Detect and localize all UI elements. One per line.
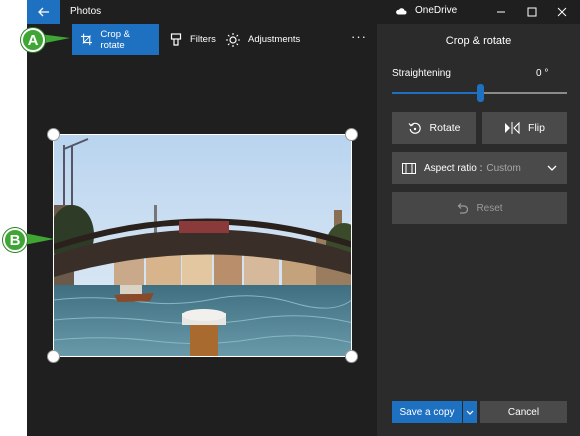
flip-button[interactable]: Flip (482, 112, 567, 144)
save-options-button[interactable] (463, 401, 477, 423)
undo-icon (458, 202, 469, 214)
rotate-button[interactable]: Rotate (392, 112, 476, 144)
app-title: Photos (70, 6, 102, 17)
crop-handle-top-right[interactable] (345, 128, 358, 141)
maximize-icon (527, 7, 537, 17)
crop-handle-bottom-right[interactable] (345, 350, 358, 363)
chevron-down-icon (466, 410, 474, 415)
callout-b: B (3, 228, 27, 252)
filters-icon (170, 33, 182, 46)
cancel-button[interactable]: Cancel (480, 401, 567, 423)
aspect-ratio-label: Aspect ratio : (424, 162, 483, 174)
minimize-button[interactable] (488, 2, 514, 22)
venice-photo-image (54, 135, 351, 356)
rotate-label: Rotate (429, 122, 461, 134)
aspect-ratio-icon (402, 162, 416, 174)
straightening-value: 0 ° (536, 68, 549, 79)
minimize-icon (497, 11, 505, 13)
callout-a-pointer (40, 34, 70, 44)
tab-adjustments[interactable]: Adjustments (217, 24, 309, 55)
aspect-ratio-value: Custom (486, 162, 521, 174)
close-icon (557, 7, 567, 17)
tab-filters[interactable]: Filters (161, 24, 225, 55)
more-options-button[interactable]: ··· (351, 29, 367, 44)
aspect-ratio-dropdown[interactable]: Aspect ratio : Custom (392, 152, 567, 184)
callout-a: A (21, 28, 45, 52)
flip-icon (505, 122, 520, 134)
crop-handle-bottom-left[interactable] (47, 350, 60, 363)
tab-crop-rotate-label: Crop & rotate (100, 28, 130, 51)
callout-b-pointer (24, 233, 54, 245)
cloud-icon (396, 7, 407, 14)
save-copy-label: Save a copy (399, 406, 455, 418)
back-button[interactable] (27, 0, 60, 24)
crop-handle-top-left[interactable] (47, 128, 60, 141)
rotate-icon (408, 122, 421, 134)
chevron-down-icon (547, 165, 557, 171)
tab-crop-rotate[interactable]: Crop & rotate (72, 24, 159, 55)
cancel-label: Cancel (507, 406, 540, 418)
tab-filters-label: Filters (190, 34, 216, 45)
panel-title: Crop & rotate (445, 35, 512, 47)
onedrive-label: OneDrive (415, 5, 458, 16)
photo-canvas[interactable] (53, 134, 352, 357)
close-button[interactable] (549, 2, 575, 22)
save-copy-button[interactable]: Save a copy (392, 401, 462, 423)
reset-label: Reset (476, 202, 503, 214)
flip-label: Flip (528, 122, 545, 134)
back-arrow-icon (37, 7, 49, 17)
tab-adjustments-label: Adjustments (248, 34, 301, 45)
straightening-slider-fill (392, 92, 480, 94)
onedrive-indicator[interactable]: OneDrive (395, 5, 457, 16)
crop-icon (81, 33, 93, 46)
reset-button[interactable]: Reset (392, 192, 567, 224)
brightness-icon (226, 32, 240, 47)
straightening-label: Straightening (392, 68, 451, 79)
straightening-slider-thumb[interactable] (477, 84, 484, 102)
maximize-button[interactable] (519, 2, 545, 22)
